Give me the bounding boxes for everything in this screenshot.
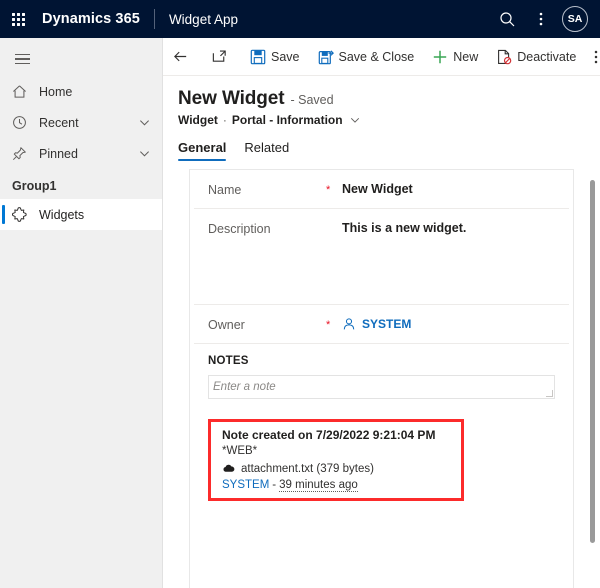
required-spacer bbox=[326, 221, 342, 223]
search-button[interactable] bbox=[490, 0, 524, 38]
popout-button[interactable] bbox=[202, 38, 237, 76]
command-overflow-button[interactable] bbox=[585, 38, 600, 76]
note-input[interactable]: Enter a note bbox=[208, 375, 555, 399]
home-icon bbox=[12, 84, 34, 99]
hamburger-icon-line bbox=[14, 62, 30, 65]
name-field[interactable]: New Widget bbox=[342, 182, 555, 196]
chevron-down-icon[interactable] bbox=[139, 148, 150, 159]
tab-related[interactable]: Related bbox=[244, 140, 289, 161]
note-attachment[interactable]: attachment.txt (379 bytes) bbox=[222, 457, 464, 475]
description-label: Description bbox=[208, 222, 271, 236]
more-options-button[interactable] bbox=[524, 0, 558, 38]
brand-label[interactable]: Dynamics 365 bbox=[42, 11, 140, 27]
sidebar-group-header: Group1 bbox=[12, 179, 57, 193]
more-vertical-icon bbox=[539, 12, 543, 26]
left-sidebar: Home Recent Pinned Group1 Widgets bbox=[0, 38, 163, 588]
clock-icon bbox=[12, 115, 34, 130]
note-timestamp[interactable]: 39 minutes ago bbox=[279, 479, 358, 492]
waffle-icon bbox=[11, 12, 25, 26]
chevron-down-icon[interactable] bbox=[139, 117, 150, 128]
field-row-owner: Owner * SYSTEM bbox=[194, 305, 569, 344]
tab-general[interactable]: General bbox=[178, 140, 227, 161]
hamburger-icon-line bbox=[14, 58, 30, 60]
page-header: New Widget - Saved bbox=[163, 76, 600, 110]
pin-icon bbox=[12, 146, 34, 161]
note-footer: SYSTEM -39 minutes ago bbox=[222, 475, 464, 492]
note-entry-wrapper: Note created on 7/29/2022 9:21:04 PM *WE… bbox=[208, 419, 464, 501]
top-bar-actions: SA bbox=[490, 0, 600, 38]
save-label: Save bbox=[271, 49, 300, 64]
brand-divider bbox=[153, 9, 155, 29]
arrow-left-icon bbox=[174, 51, 187, 62]
new-label: New bbox=[453, 49, 479, 64]
form-tabs: General Related bbox=[163, 127, 600, 161]
save-and-close-label: Save & Close bbox=[338, 49, 415, 64]
avatar[interactable]: SA bbox=[562, 6, 588, 32]
sitemap-toggle-button[interactable] bbox=[0, 42, 44, 76]
owner-lookup-link[interactable]: SYSTEM bbox=[342, 317, 555, 331]
required-indicator: * bbox=[326, 319, 331, 331]
owner-field: SYSTEM bbox=[342, 317, 555, 331]
vertical-scrollbar-track[interactable] bbox=[588, 172, 596, 588]
app-name-label[interactable]: Widget App bbox=[169, 12, 238, 27]
note-input-placeholder: Enter a note bbox=[213, 381, 276, 393]
save-and-close-button[interactable]: Save & Close bbox=[309, 38, 424, 76]
deactivate-label: Deactivate bbox=[517, 49, 577, 64]
more-vertical-icon bbox=[595, 50, 598, 63]
command-bar: Save Save & Close New Deactivate bbox=[163, 38, 600, 76]
breadcrumb-form[interactable]: Portal - Information bbox=[232, 113, 343, 127]
note-title: Note created on 7/29/2022 9:21:04 PM bbox=[222, 428, 436, 442]
note-body: *WEB* bbox=[222, 445, 258, 457]
page-title: New Widget bbox=[178, 88, 285, 109]
owner-label: Owner bbox=[208, 318, 245, 332]
sidebar-item-recent[interactable]: Recent bbox=[0, 107, 162, 138]
save-icon bbox=[250, 49, 266, 64]
sidebar-item-pinned[interactable]: Pinned bbox=[0, 138, 162, 169]
main-content: New Widget - Saved Widget · Portal - Inf… bbox=[163, 76, 600, 588]
save-and-close-icon bbox=[318, 49, 334, 64]
notes-section-header: NOTES bbox=[208, 355, 249, 367]
chevron-down-icon[interactable] bbox=[350, 115, 360, 125]
dynamics365-form-page: Dynamics 365 Widget App SA Home Recent P… bbox=[0, 0, 600, 588]
breadcrumb-entity: Widget bbox=[178, 113, 218, 127]
field-row-description: Description This is a new widget. bbox=[194, 209, 569, 305]
sidebar-item-label: Pinned bbox=[39, 146, 78, 161]
top-navigation-bar: Dynamics 365 Widget App SA bbox=[0, 0, 600, 38]
attachment-label: attachment.txt (379 bytes) bbox=[241, 462, 374, 475]
deactivate-icon bbox=[498, 49, 512, 64]
back-button[interactable] bbox=[163, 38, 198, 76]
breadcrumb-separator: · bbox=[222, 113, 227, 127]
note-footer-separator: - bbox=[272, 479, 277, 491]
breadcrumb: Widget · Portal - Information bbox=[163, 110, 600, 127]
attachment-cloud-icon bbox=[223, 464, 235, 472]
open-in-new-window-icon bbox=[212, 50, 226, 62]
search-icon bbox=[499, 11, 514, 26]
app-launcher-button[interactable] bbox=[0, 0, 36, 38]
owner-value-label: SYSTEM bbox=[362, 317, 412, 331]
sidebar-item-label: Widgets bbox=[39, 207, 85, 222]
sidebar-item-widgets[interactable]: Widgets bbox=[0, 199, 162, 230]
hamburger-icon-line bbox=[14, 53, 30, 56]
field-row-name: Name * New Widget bbox=[194, 170, 569, 209]
sidebar-item-label: Home bbox=[39, 84, 73, 99]
sidebar-item-label: Recent bbox=[39, 115, 79, 130]
description-field[interactable]: This is a new widget. bbox=[342, 221, 555, 235]
person-icon bbox=[343, 318, 355, 330]
note-entry[interactable]: Note created on 7/29/2022 9:21:04 PM *WE… bbox=[208, 419, 464, 492]
new-button[interactable]: New bbox=[423, 38, 487, 76]
plus-icon bbox=[434, 50, 447, 63]
sidebar-item-home[interactable]: Home bbox=[0, 76, 162, 107]
puzzle-icon bbox=[12, 207, 34, 222]
deactivate-button[interactable]: Deactivate bbox=[487, 38, 585, 76]
vertical-scrollbar-thumb[interactable] bbox=[589, 180, 595, 543]
required-indicator: * bbox=[326, 184, 331, 196]
save-status: - Saved bbox=[290, 93, 334, 107]
name-label: Name bbox=[208, 183, 242, 197]
save-button[interactable]: Save bbox=[241, 38, 309, 76]
form-card: Name * New Widget Description This is a … bbox=[189, 169, 574, 588]
note-author-link[interactable]: SYSTEM bbox=[222, 479, 269, 491]
